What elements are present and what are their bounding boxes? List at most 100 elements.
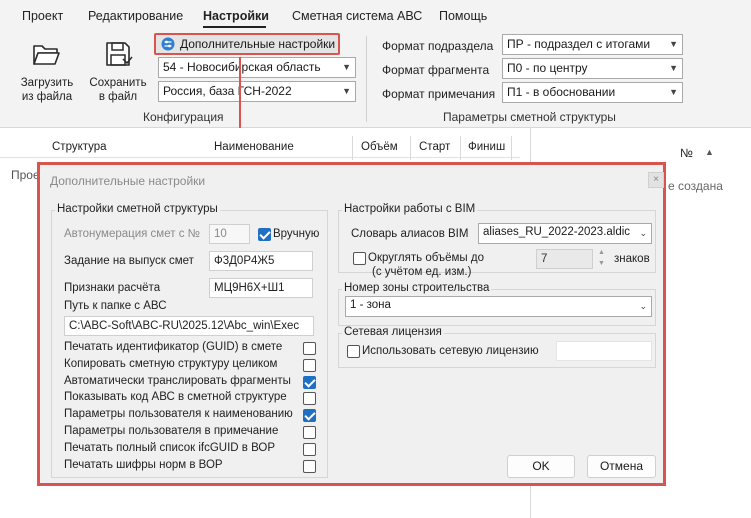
calc-input[interactable]: МЦ9Н6Х+Ш1 <box>209 278 313 298</box>
folder-open-icon <box>33 45 60 65</box>
round-digits-value: 7 <box>541 253 548 265</box>
zone-legend: Номер зоны строительства <box>342 282 492 294</box>
base-select[interactable]: Россия, база ГСН-2022 ▼ <box>158 81 356 102</box>
dialog-title: Дополнительные настройки <box>50 174 206 188</box>
sort-up-icon[interactable]: ▲ <box>705 147 714 157</box>
zone-select[interactable]: 1 - зона ⌄ <box>345 296 652 317</box>
chevron-down-icon: ▼ <box>669 87 678 97</box>
path-input[interactable]: C:\ABC-Soft\ABC-RU\2025.12\Abc_win\Exec <box>64 316 314 336</box>
bim-settings-legend: Настройки работы с BIM <box>342 203 478 215</box>
cancel-button[interactable]: Отмена <box>587 455 656 478</box>
spin-up-icon[interactable]: ▲ <box>598 249 605 256</box>
option-checkbox[interactable] <box>303 375 316 389</box>
menu-bar: Проект Редактирование Настройки Сметная … <box>0 0 751 30</box>
chevron-down-icon: ▼ <box>342 86 351 96</box>
license-legend: Сетевая лицензия <box>342 326 444 338</box>
option-checkbox[interactable] <box>303 442 316 456</box>
option-checkbox[interactable] <box>303 459 316 473</box>
round-digits-input[interactable]: 7 <box>536 249 593 269</box>
option-checkbox[interactable] <box>303 409 316 423</box>
close-icon[interactable]: × <box>648 172 664 188</box>
menu-help[interactable]: Помощь <box>439 9 487 23</box>
fragment-format-select[interactable]: П0 - по центру ▼ <box>502 58 683 79</box>
save-to-file-button[interactable]: Сохранить в файл <box>85 36 151 108</box>
path-label: Путь к папке с АВС <box>64 300 167 312</box>
calc-label: Признаки расчёта <box>64 282 161 294</box>
save-label: Сохранить в файл <box>89 77 147 103</box>
grid-divider <box>511 136 512 160</box>
structure-params-group-label: Параметры сметной структуры <box>443 110 616 124</box>
bim-dict-select[interactable]: aliases_RU_2022-2023.aldic ⌄ <box>478 223 652 244</box>
round-unit-label: знаков <box>614 253 650 265</box>
manual-label: Вручную <box>273 228 320 240</box>
subsection-format-label: Формат подраздела <box>382 39 494 53</box>
additional-settings-button[interactable]: Дополнительные настройки <box>154 33 340 55</box>
col-name-header[interactable]: Наименование <box>214 141 294 163</box>
ok-button[interactable]: OK <box>507 455 575 478</box>
subsection-format-select[interactable]: ПР - подраздел с итогами ▼ <box>502 34 683 55</box>
network-license-label: Использовать сетевую лицензию <box>362 345 539 357</box>
menu-edit[interactable]: Редактирование <box>88 9 183 23</box>
structure-settings-legend: Настройки сметной структуры <box>55 203 220 215</box>
round-volumes-label: Округлять объёмы до <box>368 252 484 264</box>
subsection-format-value: ПР - подраздел с итогами <box>507 37 651 51</box>
bim-dict-label: Словарь алиасов BIM <box>351 228 469 240</box>
option-checkbox[interactable] <box>303 342 316 355</box>
option-label: Печатать идентификатор (GUID) в смете <box>64 341 283 353</box>
option-label: Автоматически транслировать фрагменты <box>64 374 291 387</box>
chevron-down-icon: ▼ <box>342 62 351 72</box>
grid-divider <box>352 136 353 160</box>
load-from-file-button[interactable]: Загрузить из файла <box>14 36 80 108</box>
ribbon-separator <box>366 36 367 122</box>
menu-abc-system[interactable]: Сметная система АВС <box>292 9 422 23</box>
note-format-label: Формат примечания <box>382 87 496 101</box>
region-select[interactable]: 54 - Новосибирская область ▼ <box>158 57 356 78</box>
zone-value: 1 - зона <box>350 299 391 311</box>
calc-value: МЦ9Н6Х+Ш1 <box>214 282 285 294</box>
option-checkbox[interactable] <box>303 358 316 372</box>
save-disk-icon <box>106 42 133 66</box>
spin-down-icon[interactable]: ▼ <box>598 260 605 267</box>
option-checkbox[interactable] <box>303 392 316 406</box>
load-label: Загрузить из файла <box>20 77 74 103</box>
round-volumes-checkbox[interactable] <box>353 252 366 265</box>
chevron-down-icon: ▼ <box>669 63 678 73</box>
col-volume-header[interactable]: Объём <box>361 141 398 163</box>
fragment-format-label: Формат фрагмента <box>382 63 490 77</box>
autonumber-input[interactable]: 10 <box>209 224 250 244</box>
note-format-value: П1 - в обосновании <box>507 85 616 99</box>
option-label: Копировать сметную структуру целиком <box>64 357 278 370</box>
fragment-format-value: П0 - по центру <box>507 61 588 75</box>
right-panel-status: е создана <box>668 179 723 193</box>
config-group-label: Конфигурация <box>143 110 224 124</box>
grid-divider <box>460 136 461 160</box>
round-volumes-sublabel: (с учётом ед. изм.) <box>372 266 472 278</box>
task-label: Задание на выпуск смет <box>64 255 194 267</box>
task-value: Ф3Д0Р4Ж5 <box>214 255 275 267</box>
network-license-checkbox[interactable] <box>347 345 360 358</box>
col-start-header[interactable]: Старт <box>419 141 450 163</box>
chevron-down-icon: ⌄ <box>639 228 647 238</box>
autonumber-label: Автонумерация смет с № <box>64 228 200 240</box>
grid-cell-project: Прое <box>11 168 40 182</box>
menu-project[interactable]: Проект <box>22 9 63 23</box>
option-label: Параметры пользователя к наименованию <box>64 408 293 421</box>
manual-checkbox[interactable] <box>258 228 271 241</box>
autonumber-value: 10 <box>214 228 227 240</box>
additional-settings-dialog: Дополнительные настройки × Настройки сме… <box>37 162 666 486</box>
note-format-select[interactable]: П1 - в обосновании ▼ <box>502 82 683 103</box>
col-structure-header[interactable]: Структура <box>52 141 107 163</box>
col-finish-header[interactable]: Финиш <box>468 141 505 163</box>
network-license-input[interactable] <box>556 341 652 361</box>
option-label: Параметры пользователя в примечание <box>64 425 279 437</box>
option-label: Печатать полный список ifcGUID в ВОР <box>64 441 276 454</box>
menu-settings[interactable]: Настройки <box>203 9 269 23</box>
path-value: C:\ABC-Soft\ABC-RU\2025.12\Abc_win\Exec <box>69 320 300 332</box>
option-checkbox[interactable] <box>303 426 316 439</box>
grid-divider <box>410 136 411 160</box>
active-menu-indicator <box>203 26 266 28</box>
task-input[interactable]: Ф3Д0Р4Ж5 <box>209 251 313 271</box>
right-col-number-header[interactable]: № <box>680 146 693 160</box>
chevron-down-icon: ⌄ <box>639 301 647 311</box>
bim-dict-value: aliases_RU_2022-2023.aldic <box>483 226 631 238</box>
